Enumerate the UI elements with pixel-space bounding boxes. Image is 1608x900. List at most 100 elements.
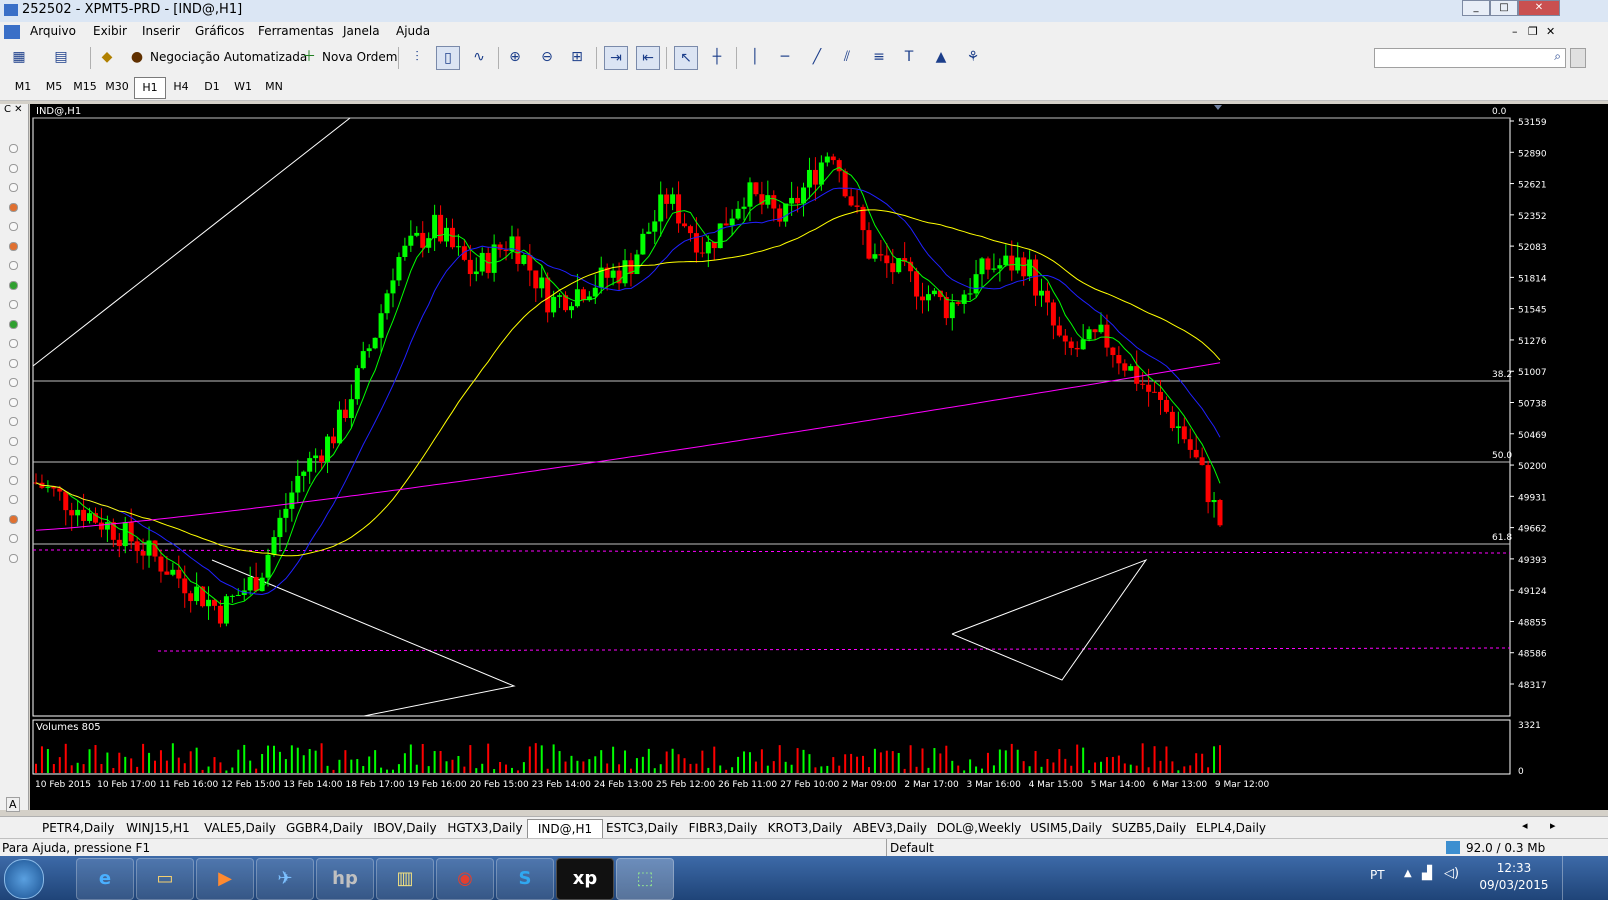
tab-item[interactable]: USIM5,Daily [1026, 819, 1106, 837]
object-icon[interactable] [9, 358, 18, 368]
tabs-scroll-right-icon[interactable]: ▸ [1550, 819, 1556, 832]
child-close-button[interactable]: ✕ [1546, 25, 1555, 38]
menu-arquivo[interactable]: Arquivo [30, 24, 76, 38]
object-icon[interactable] [9, 222, 18, 231]
object-icon[interactable] [9, 397, 18, 407]
tab-item[interactable]: WINJ15,H1 [118, 819, 198, 837]
object-icon[interactable] [9, 261, 18, 270]
tf-w1[interactable]: W1 [228, 77, 258, 97]
menu-janela[interactable]: Janela [343, 24, 380, 38]
chrome-icon[interactable]: ◉ [436, 858, 494, 900]
tf-m15[interactable]: M15 [70, 77, 100, 97]
object-icon[interactable] [9, 241, 18, 251]
tab-item[interactable]: PETR4,Daily [38, 819, 118, 837]
panel-collapse-icon[interactable]: C ✕ [4, 104, 23, 115]
object-icon[interactable] [9, 319, 18, 329]
trendline-icon[interactable]: ╱ [806, 46, 828, 68]
chart-canvas[interactable]: 53159 52890 52621 52352 52083 51814 51545 51276… [30, 104, 1608, 810]
close-button[interactable]: ✕ [1518, 0, 1560, 16]
show-desktop-button[interactable] [1562, 856, 1577, 900]
explorer-icon[interactable]: ▭ [136, 858, 194, 900]
tray-up-icon[interactable]: ▲ [1404, 868, 1412, 879]
zoom-out-icon[interactable]: ⊖ [536, 46, 558, 68]
tabs-scroll-left-icon[interactable]: ◂ [1522, 819, 1528, 832]
child-minimize-button[interactable]: – [1512, 25, 1518, 38]
toolbar-overflow-button[interactable] [1570, 48, 1586, 68]
child-restore-button[interactable]: ❐ [1528, 25, 1538, 38]
fibonacci-icon[interactable]: ≡ [868, 46, 890, 68]
tab-item[interactable]: SUZB5,Daily [1106, 819, 1192, 837]
object-icon[interactable] [9, 183, 18, 192]
object-icon[interactable] [9, 534, 18, 543]
expert-icon[interactable]: ◆ [96, 46, 118, 68]
equidistant-channel-icon[interactable]: ⫽ [836, 46, 858, 68]
tab-item[interactable]: VALE5,Daily [198, 819, 282, 837]
tile-windows-icon[interactable]: ⊞ [566, 46, 588, 68]
app-folder-icon[interactable]: ▥ [376, 858, 434, 900]
maximize-button[interactable]: □ [1490, 0, 1518, 16]
tab-item[interactable]: GGBR4,Daily [282, 819, 366, 837]
text-tool-icon[interactable]: A [6, 797, 20, 812]
crosshair-icon[interactable]: ┼ [706, 46, 728, 68]
network-icon[interactable]: ▟ [1422, 866, 1432, 881]
auto-trading-button[interactable]: Negociação Automatizada [150, 47, 307, 67]
horizontal-line-icon[interactable]: ─ [774, 46, 796, 68]
candlestick-icon[interactable]: ▯ [436, 46, 460, 70]
start-button[interactable] [4, 859, 44, 899]
tab-item[interactable]: HGTX3,Daily [443, 819, 527, 837]
object-icon[interactable] [9, 553, 18, 563]
profiles-icon[interactable]: ▤ [50, 46, 72, 68]
tab-item[interactable]: KROT3,Daily [762, 819, 848, 837]
vertical-line-icon[interactable]: │ [744, 46, 766, 68]
chart-window[interactable]: 53159 52890 52621 52352 52083 51814 51545 51276… [30, 104, 1608, 810]
chart-shift-icon[interactable]: ⇤ [636, 46, 660, 70]
zoom-in-icon[interactable]: ⊕ [504, 46, 526, 68]
tab-item[interactable]: ABEV3,Daily [848, 819, 932, 837]
clock-date[interactable]: 09/03/2015 [1478, 878, 1550, 892]
object-icon[interactable] [9, 436, 18, 446]
new-chart-icon[interactable]: ▦ [8, 46, 30, 68]
object-icon[interactable] [9, 475, 18, 485]
auto-trading-icon[interactable]: ● [126, 46, 148, 68]
object-icon[interactable] [9, 514, 18, 524]
object-icon[interactable] [9, 163, 18, 173]
tf-m30[interactable]: M30 [102, 77, 132, 97]
tf-m5[interactable]: M5 [39, 77, 69, 97]
object-icon[interactable] [9, 202, 18, 212]
label-icon[interactable]: ▲ [930, 46, 952, 68]
hp-icon[interactable]: hp [316, 858, 374, 900]
line-chart-icon[interactable]: ∿ [468, 46, 490, 68]
text-icon[interactable]: T [898, 46, 920, 68]
tf-mn[interactable]: MN [259, 77, 289, 97]
object-icon[interactable] [9, 495, 18, 504]
cursor-icon[interactable]: ↖ [674, 46, 698, 70]
outlook-icon[interactable]: ✈ [256, 858, 314, 900]
tab-item[interactable]: FIBR3,Daily [684, 819, 762, 837]
menu-exibir[interactable]: Exibir [93, 24, 127, 38]
shapes-icon[interactable]: ⚘ [962, 46, 984, 68]
menu-ferramentas[interactable]: Ferramentas [258, 24, 334, 38]
menu-graficos[interactable]: Gráficos [195, 24, 244, 38]
object-icon[interactable] [9, 417, 18, 426]
new-order-button[interactable]: Nova Ordem [322, 47, 397, 67]
tf-h4[interactable]: H4 [166, 77, 196, 97]
object-icon[interactable] [9, 378, 18, 387]
object-icon[interactable] [9, 300, 18, 309]
new-order-icon[interactable]: ＋ [298, 46, 320, 68]
skype-icon[interactable]: S [496, 858, 554, 900]
language-indicator[interactable]: PT [1370, 868, 1385, 882]
media-player-icon[interactable]: ▶ [196, 858, 254, 900]
object-icon[interactable] [9, 339, 18, 348]
tab-item[interactable]: DOL@,Weekly [932, 819, 1026, 837]
metatrader-icon[interactable]: ⬚ [616, 858, 674, 900]
search-input[interactable]: ⌕ [1374, 48, 1566, 68]
volume-icon[interactable]: ◁) [1444, 866, 1459, 881]
minimize-button[interactable]: _ [1462, 0, 1490, 16]
tf-d1[interactable]: D1 [197, 77, 227, 97]
tab-item[interactable]: IBOV,Daily [366, 819, 444, 837]
tf-h1[interactable]: H1 [134, 77, 166, 99]
object-icon[interactable] [9, 144, 18, 153]
menu-inserir[interactable]: Inserir [142, 24, 180, 38]
tab-item[interactable]: ESTC3,Daily [601, 819, 683, 837]
ie-icon[interactable]: e [76, 858, 134, 900]
